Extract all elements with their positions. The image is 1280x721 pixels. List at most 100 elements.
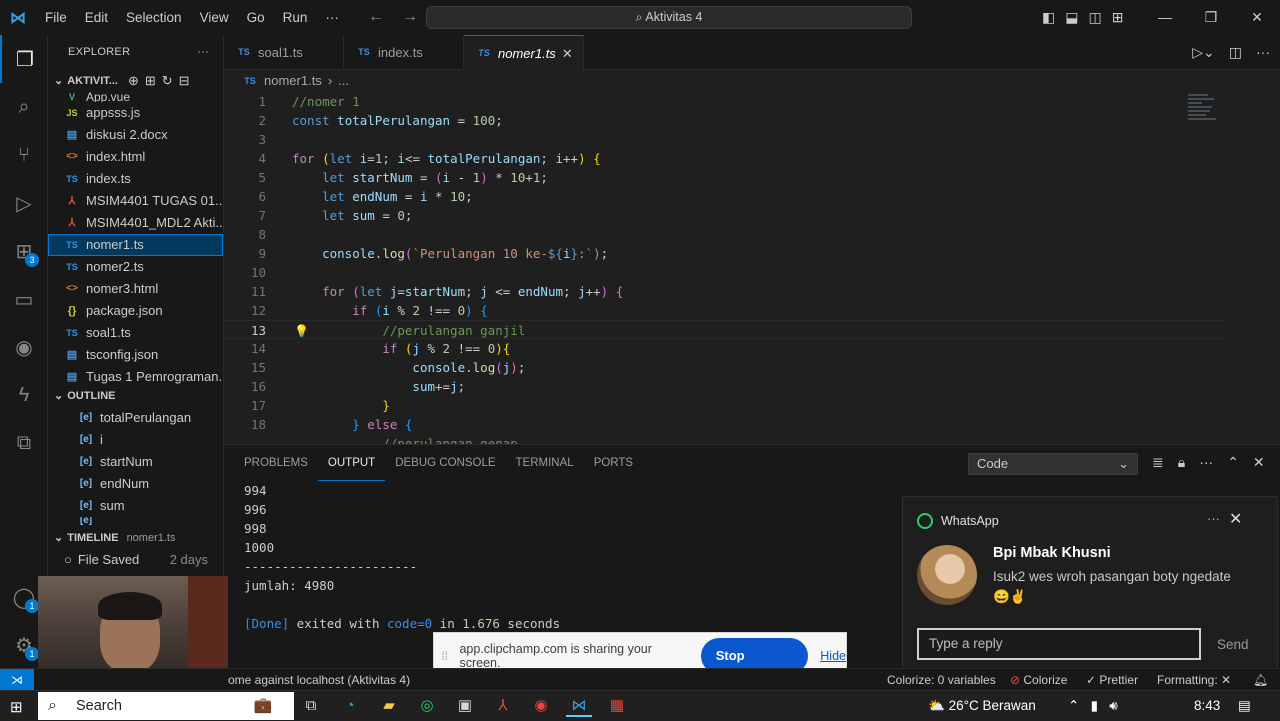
file-item[interactable]: TS soal1.ts — [48, 322, 223, 344]
action-center-icon[interactable]: ▤ — [1238, 691, 1251, 721]
command-center[interactable]: ⌕ Aktivitas 4 — [426, 6, 912, 29]
file-item[interactable]: ▤ tsconfig.json — [48, 344, 223, 366]
status-live-server[interactable]: ome against localhost (Aktivitas 4) — [228, 669, 410, 691]
extensions-icon[interactable]: ⊞ 3 — [0, 227, 48, 275]
vscode-taskbar-icon[interactable]: ⋈ — [566, 695, 592, 717]
app-icon[interactable]: ▣ — [452, 695, 478, 717]
folder-header[interactable]: ⌄ AKTIVIT... ⊕⊞↻⊟ — [48, 70, 223, 92]
file-item[interactable]: TS nomer1.ts — [48, 234, 223, 256]
acrobat-icon[interactable]: ⅄ — [490, 695, 516, 717]
timeline-entry[interactable]: ○ File Saved 2 days — [48, 549, 223, 571]
live-share-icon[interactable]: ⧉ — [0, 419, 48, 467]
explorer-icon[interactable]: ❐ — [0, 35, 48, 83]
tab-nomer1[interactable]: TS nomer1.ts ✕ — [464, 35, 584, 70]
toggle-panel-icon[interactable]: ⬓ — [1065, 9, 1078, 26]
menu-file[interactable]: File — [36, 10, 76, 25]
timeline-header[interactable]: ⌄ TIMELINE nomer1.ts — [48, 527, 223, 549]
tab-index[interactable]: TS index.ts — [344, 35, 464, 70]
menu-selection[interactable]: Selection — [117, 10, 191, 25]
file-item[interactable]: ▤ diskusi 2.docx — [48, 124, 223, 146]
outline-item[interactable]: [e] endNum — [48, 473, 223, 495]
chrome-icon[interactable]: ◉ — [528, 695, 554, 717]
file-item[interactable]: TS nomer2.ts — [48, 256, 223, 278]
tab-debug-console[interactable]: DEBUG CONSOLE — [385, 445, 505, 481]
source-control-icon[interactable]: ⑂ — [0, 131, 48, 179]
search-view-icon[interactable]: ⌕ — [0, 83, 48, 131]
status-colorize[interactable]: ⊘ Colorize — [1010, 669, 1067, 691]
reply-input[interactable]: Type a reply — [917, 628, 1201, 660]
lock-icon[interactable]: 🔒︎ — [1178, 454, 1185, 471]
clock[interactable]: 8:43 — [1194, 691, 1220, 721]
file-item[interactable]: <> nomer3.html — [48, 278, 223, 300]
breadcrumb-rest[interactable]: ... — [338, 70, 349, 92]
more-actions-icon[interactable]: ··· — [1256, 44, 1270, 61]
more-actions-icon[interactable]: ··· — [1199, 454, 1213, 471]
outline-item[interactable]: [e] sum — [48, 495, 223, 517]
outline-item[interactable]: [e] startNum — [48, 451, 223, 473]
hide-link[interactable]: Hide — [820, 649, 846, 663]
tab-problems[interactable]: PROBLEMS — [234, 445, 318, 481]
file-item[interactable]: ⅄ MSIM4401 TUGAS 01.... — [48, 190, 223, 212]
briefcase-icon[interactable]: 💼 — [250, 695, 276, 717]
outline-item[interactable]: [e] totalPerulangan — [48, 407, 223, 429]
status-prettier[interactable]: ✓ Prettier — [1086, 669, 1138, 691]
file-partial[interactable]: V App.vue — [48, 92, 223, 102]
close-panel-icon[interactable]: ✕ — [1253, 454, 1265, 471]
menu-run[interactable]: Run — [274, 10, 317, 25]
windows-start-icon[interactable]: ⊞ — [10, 698, 23, 716]
whatsapp-taskbar-icon[interactable]: ◎ — [414, 695, 440, 717]
clipchamp-icon[interactable]: ▦ — [604, 695, 630, 717]
forward-arrow-icon[interactable]: → — [402, 8, 418, 26]
tab-terminal[interactable]: TERMINAL — [506, 445, 584, 481]
remote-indicator-icon[interactable]: ⋊ — [0, 669, 34, 691]
tab-output[interactable]: OUTPUT — [317, 445, 386, 481]
close-icon[interactable]: ✕ — [562, 36, 573, 71]
maximize-panel-icon[interactable]: ⌃ — [1227, 454, 1239, 471]
remote-explorer-icon[interactable]: ▭ — [0, 275, 48, 323]
task-view-icon[interactable]: ⧉ — [298, 695, 324, 717]
file-item[interactable]: TS index.ts — [48, 168, 223, 190]
status-colorize-vars[interactable]: Colorize: 0 variables — [887, 669, 996, 691]
weather-widget[interactable]: ⛅ 26°C Berawan — [928, 691, 1036, 721]
notifications-bell-icon[interactable]: 🔔︎ — [1253, 669, 1268, 691]
tab-ports[interactable]: PORTS — [584, 445, 643, 481]
status-formatting[interactable]: Formatting: ✕ — [1157, 669, 1231, 691]
menu-edit[interactable]: Edit — [76, 10, 117, 25]
explorer-actions-icons[interactable]: ⊕⊞↻⊟ — [128, 70, 196, 92]
explorer-more-icon[interactable]: ··· — [197, 35, 209, 70]
run-icon[interactable]: ▷⌄ — [1192, 44, 1215, 61]
clear-output-icon[interactable]: ≣ — [1152, 454, 1164, 471]
file-item[interactable]: ⅄ MSIM4401_MDL2 Akti... — [48, 212, 223, 234]
customize-layout-icon[interactable]: ⊞ — [1112, 9, 1124, 26]
toggle-secondary-sidebar-icon[interactable]: ◫ — [1088, 9, 1101, 26]
outline-header[interactable]: ⌄ OUTLINE — [48, 385, 223, 407]
breadcrumb-file[interactable]: nomer1.ts — [264, 70, 322, 92]
minimap[interactable] — [1188, 94, 1218, 130]
file-item[interactable]: <> index.html — [48, 146, 223, 168]
github-icon[interactable]: ◉ — [0, 323, 48, 371]
tab-soal1[interactable]: TS soal1.ts — [224, 35, 344, 70]
toggle-sidebar-icon[interactable]: ◧ — [1042, 9, 1055, 26]
outline-item[interactable]: [e] i — [48, 429, 223, 451]
notification-close-icon[interactable]: ✕ — [1229, 509, 1242, 529]
notification-more-icon[interactable]: ··· — [1207, 511, 1220, 526]
code-editor[interactable]: 1//nomer 1 2 const totalPerulangan = 100;… — [224, 92, 1280, 444]
output-channel-select[interactable]: Code ⌄ — [968, 453, 1138, 475]
back-arrow-icon[interactable]: ← — [368, 8, 384, 26]
menu-view[interactable]: View — [191, 10, 238, 25]
tray-icons[interactable]: ⌃ ▮ 🔊︎ — [1068, 691, 1118, 721]
drag-handle-icon[interactable]: ⁞⁞ — [434, 649, 455, 663]
run-debug-icon[interactable]: ▷ — [0, 179, 48, 227]
menu-more[interactable]: ··· — [316, 10, 348, 25]
file-item[interactable]: {} package.json — [48, 300, 223, 322]
restore-icon[interactable]: ❐ — [1188, 0, 1234, 35]
menu-go[interactable]: Go — [238, 10, 274, 25]
minimize-icon[interactable]: — — [1142, 0, 1188, 35]
file-explorer-icon[interactable]: ▰ — [376, 695, 402, 717]
send-button[interactable]: Send — [1217, 637, 1249, 652]
edge-icon[interactable]: ◔ — [337, 695, 363, 717]
split-editor-icon[interactable]: ◫ — [1229, 44, 1242, 61]
file-item[interactable]: JS appsss.js — [48, 102, 223, 124]
close-window-icon[interactable]: ✕ — [1234, 0, 1280, 35]
thunder-client-icon[interactable]: ϟ — [0, 371, 48, 419]
